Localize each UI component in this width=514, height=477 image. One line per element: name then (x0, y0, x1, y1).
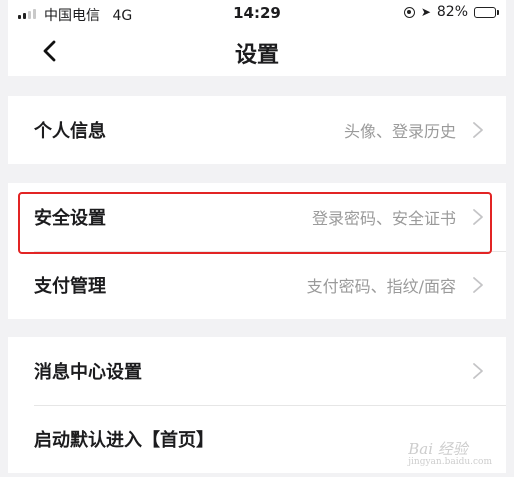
row-label: 支付管理 (34, 276, 106, 297)
row-label: 启动默认进入【首页】 (34, 430, 214, 451)
status-right: ➤ 82% (403, 4, 499, 20)
settings-row-message-center[interactable]: 消息中心设置 (8, 337, 506, 405)
settings-row-security[interactable]: 安全设置 登录密码、安全证书 (8, 183, 506, 251)
row-label: 个人信息 (34, 121, 106, 142)
navigation-bar: 设置 (8, 26, 506, 76)
location-arrow-icon: ➤ (420, 5, 431, 19)
chevron-right-icon (473, 277, 483, 293)
row-detail: 支付密码、指纹/面容 (306, 277, 456, 296)
page-title: 设置 (234, 43, 279, 68)
row-label: 安全设置 (34, 208, 106, 229)
settings-group-security: 安全设置 登录密码、安全证书 支付管理 支付密码、指纹/面容 (8, 183, 506, 319)
battery-icon (474, 6, 499, 18)
watermark-text: Bai 经验 (408, 440, 468, 458)
settings-group-profile: 个人信息 头像、登录历史 (8, 96, 506, 164)
row-detail: 登录密码、安全证书 (311, 209, 456, 228)
screen: 中国电信 4G 14:29 ➤ 82% 设置 个人信息 头像、登录历史 安全设置… (8, 0, 506, 477)
watermark-url: jingyan.baidu.com (408, 457, 492, 467)
watermark: Bai 经验 jingyan.baidu.com (408, 442, 492, 467)
battery-percent: 82% (436, 4, 468, 20)
chevron-right-icon (473, 363, 483, 379)
row-label: 消息中心设置 (34, 362, 142, 383)
chevron-right-icon (473, 209, 483, 225)
settings-row-payment[interactable]: 支付管理 支付密码、指纹/面容 (8, 251, 506, 319)
settings-row-personal-info[interactable]: 个人信息 头像、登录历史 (8, 96, 506, 164)
chevron-right-icon (473, 122, 483, 138)
status-bar: 中国电信 4G 14:29 ➤ 82% (8, 0, 506, 26)
rotation-lock-icon (403, 6, 415, 18)
row-detail: 头像、登录历史 (343, 122, 456, 141)
